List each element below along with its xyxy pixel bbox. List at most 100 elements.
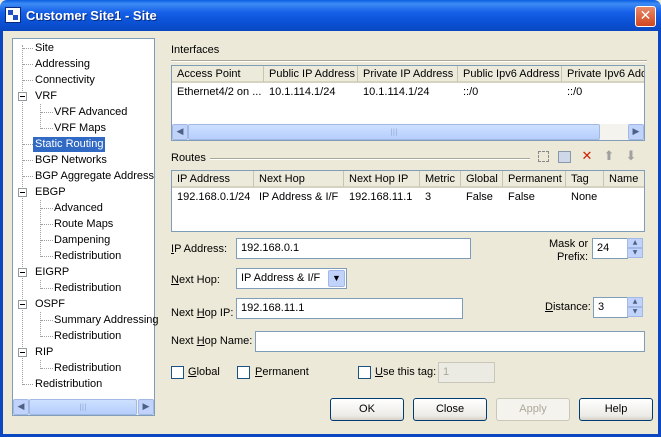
- route-cell-permanent[interactable]: False: [503, 189, 566, 205]
- tree-horizontal-scrollbar[interactable]: ◀ ||| ▶: [13, 399, 154, 415]
- routes-table[interactable]: IP Address Next Hop Next Hop IP Metric G…: [171, 170, 645, 232]
- next-hop-label: Next Hop:: [171, 274, 220, 286]
- apply-button[interactable]: Apply: [496, 398, 570, 421]
- tree-item-redistribution[interactable]: Redistribution: [33, 377, 104, 392]
- tree-line: [23, 48, 33, 49]
- use-tag-label[interactable]: Use this tag:: [375, 366, 436, 378]
- interface-cell-public-ip[interactable]: 10.1.114.1/24: [264, 84, 358, 100]
- tree-item-addressing[interactable]: Addressing: [33, 57, 92, 72]
- global-checkbox[interactable]: [171, 366, 184, 379]
- tree-line: [23, 160, 33, 161]
- tree-item-rip[interactable]: RIP: [33, 345, 55, 360]
- scroll-left-button[interactable]: ◀: [172, 124, 188, 140]
- interfaces-table[interactable]: Access Point Public IP Address Private I…: [171, 65, 645, 141]
- ok-button[interactable]: OK: [330, 398, 404, 421]
- route-cell-ip-address[interactable]: 192.168.0.1/24: [172, 189, 254, 205]
- mask-prefix-input[interactable]: 24: [592, 238, 628, 259]
- collapse-toggle-ospf[interactable]: [18, 300, 27, 309]
- use-tag-checkbox[interactable]: [358, 366, 371, 379]
- column-header-public-ip[interactable]: Public IP Address: [264, 66, 358, 83]
- scrollbar-thumb[interactable]: |||: [29, 399, 137, 415]
- interface-cell-private-ip[interactable]: 10.1.114.1/24: [358, 84, 458, 100]
- scrollbar-thumb[interactable]: |||: [188, 124, 600, 140]
- column-header-ip-address[interactable]: IP Address: [172, 171, 254, 188]
- distance-spinner[interactable]: ▲ ▼: [627, 297, 643, 318]
- next-hop-name-input[interactable]: [255, 331, 645, 352]
- column-header-private-ip[interactable]: Private IP Address: [358, 66, 458, 83]
- tree-item-vrf-advanced[interactable]: VRF Advanced: [52, 105, 129, 120]
- tree-item-summary-addressing[interactable]: Summary Addressing: [52, 313, 161, 328]
- column-header-metric[interactable]: Metric: [420, 171, 461, 188]
- ip-address-input[interactable]: 192.168.0.1: [236, 238, 471, 259]
- tree-item-eigrp-redistribution[interactable]: Redistribution: [52, 281, 123, 296]
- route-cell-tag[interactable]: None: [566, 189, 604, 205]
- delete-route-icon[interactable]: ✕: [580, 150, 594, 164]
- column-header-global[interactable]: Global: [461, 171, 503, 188]
- spin-down-icon[interactable]: ▼: [627, 307, 643, 317]
- scroll-right-button[interactable]: ▶: [628, 124, 644, 140]
- tree-line: [23, 176, 33, 177]
- interface-cell-private-ipv6[interactable]: ::/0: [562, 84, 644, 100]
- tag-input[interactable]: 1: [438, 362, 495, 383]
- spin-up-icon[interactable]: ▲: [627, 297, 643, 307]
- tree-item-ospf[interactable]: OSPF: [33, 297, 67, 312]
- move-down-icon[interactable]: ⬇: [624, 150, 638, 164]
- chevron-down-icon[interactable]: ▼: [328, 270, 345, 287]
- app-icon: [5, 7, 21, 23]
- tree-item-bgp-aggregate-address[interactable]: BGP Aggregate Address: [33, 169, 156, 184]
- scroll-right-button[interactable]: ▶: [138, 399, 154, 415]
- route-cell-global[interactable]: False: [461, 189, 503, 205]
- tree-item-site[interactable]: Site: [33, 41, 56, 56]
- distance-input[interactable]: 3: [593, 297, 628, 318]
- next-hop-select[interactable]: IP Address & I/F ▼: [236, 268, 347, 289]
- mask-prefix-spinner[interactable]: ▲ ▼: [627, 238, 643, 259]
- tree-item-vrf[interactable]: VRF: [33, 89, 59, 104]
- collapse-toggle-ebgp[interactable]: [18, 188, 27, 197]
- column-header-access-point[interactable]: Access Point: [172, 66, 264, 83]
- collapse-toggle-rip[interactable]: [18, 348, 27, 357]
- tree-item-dampening[interactable]: Dampening: [52, 233, 112, 248]
- global-label[interactable]: Global: [188, 366, 220, 378]
- permanent-checkbox[interactable]: [237, 366, 250, 379]
- tree-item-route-maps[interactable]: Route Maps: [52, 217, 115, 232]
- scroll-left-button[interactable]: ◀: [13, 399, 29, 415]
- interface-cell-public-ipv6[interactable]: ::/0: [458, 84, 562, 100]
- route-cell-metric[interactable]: 3: [420, 189, 461, 205]
- route-cell-next-hop[interactable]: IP Address & I/F: [254, 189, 344, 205]
- collapse-toggle-vrf[interactable]: [18, 92, 27, 101]
- permanent-label[interactable]: Permanent: [255, 366, 309, 378]
- tree-item-bgp-networks[interactable]: BGP Networks: [33, 153, 109, 168]
- tree-item-ospf-redistribution[interactable]: Redistribution: [52, 329, 123, 344]
- next-hop-ip-input[interactable]: 192.168.11.1: [236, 298, 463, 319]
- column-header-next-hop-ip[interactable]: Next Hop IP: [344, 171, 420, 188]
- tree-item-ebgp-advanced[interactable]: Advanced: [52, 201, 105, 216]
- tree-item-eigrp[interactable]: EIGRP: [33, 265, 71, 280]
- new-route-icon[interactable]: [538, 151, 549, 162]
- route-cell-name[interactable]: [604, 189, 644, 193]
- interfaces-horizontal-scrollbar[interactable]: ◀ ||| ▶: [172, 124, 644, 140]
- spin-down-icon[interactable]: ▼: [627, 248, 643, 258]
- column-header-next-hop[interactable]: Next Hop: [254, 171, 344, 188]
- column-header-tag[interactable]: Tag: [566, 171, 604, 188]
- move-up-icon[interactable]: ⬆: [602, 150, 616, 164]
- close-button[interactable]: Close: [413, 398, 487, 421]
- tree-item-vrf-maps[interactable]: VRF Maps: [52, 121, 108, 136]
- tree-item-ebgp[interactable]: EBGP: [33, 185, 68, 200]
- column-header-name[interactable]: Name: [604, 171, 644, 188]
- edit-route-icon[interactable]: [558, 151, 571, 163]
- collapse-toggle-eigrp[interactable]: [18, 268, 27, 277]
- column-header-public-ipv6[interactable]: Public Ipv6 Address: [458, 66, 562, 83]
- window-frame-left: [0, 31, 3, 437]
- interface-cell-access-point[interactable]: Ethernet4/2 on ...: [172, 84, 264, 100]
- spin-up-icon[interactable]: ▲: [627, 238, 643, 248]
- column-header-permanent[interactable]: Permanent: [503, 171, 566, 188]
- route-cell-next-hop-ip[interactable]: 192.168.11.1: [344, 189, 420, 205]
- tree-item-connectivity[interactable]: Connectivity: [33, 73, 97, 88]
- close-window-button[interactable]: ✕: [635, 6, 656, 27]
- tree-item-static-routing[interactable]: Static Routing: [33, 137, 106, 152]
- tree-item-ebgp-redistribution[interactable]: Redistribution: [52, 249, 123, 264]
- column-header-private-ipv6[interactable]: Private Ipv6 Address: [562, 66, 644, 83]
- help-button[interactable]: Help: [579, 398, 653, 421]
- nav-tree[interactable]: Site Addressing Connectivity VRF VRF Adv…: [12, 38, 159, 416]
- tree-item-rip-redistribution[interactable]: Redistribution: [52, 361, 123, 376]
